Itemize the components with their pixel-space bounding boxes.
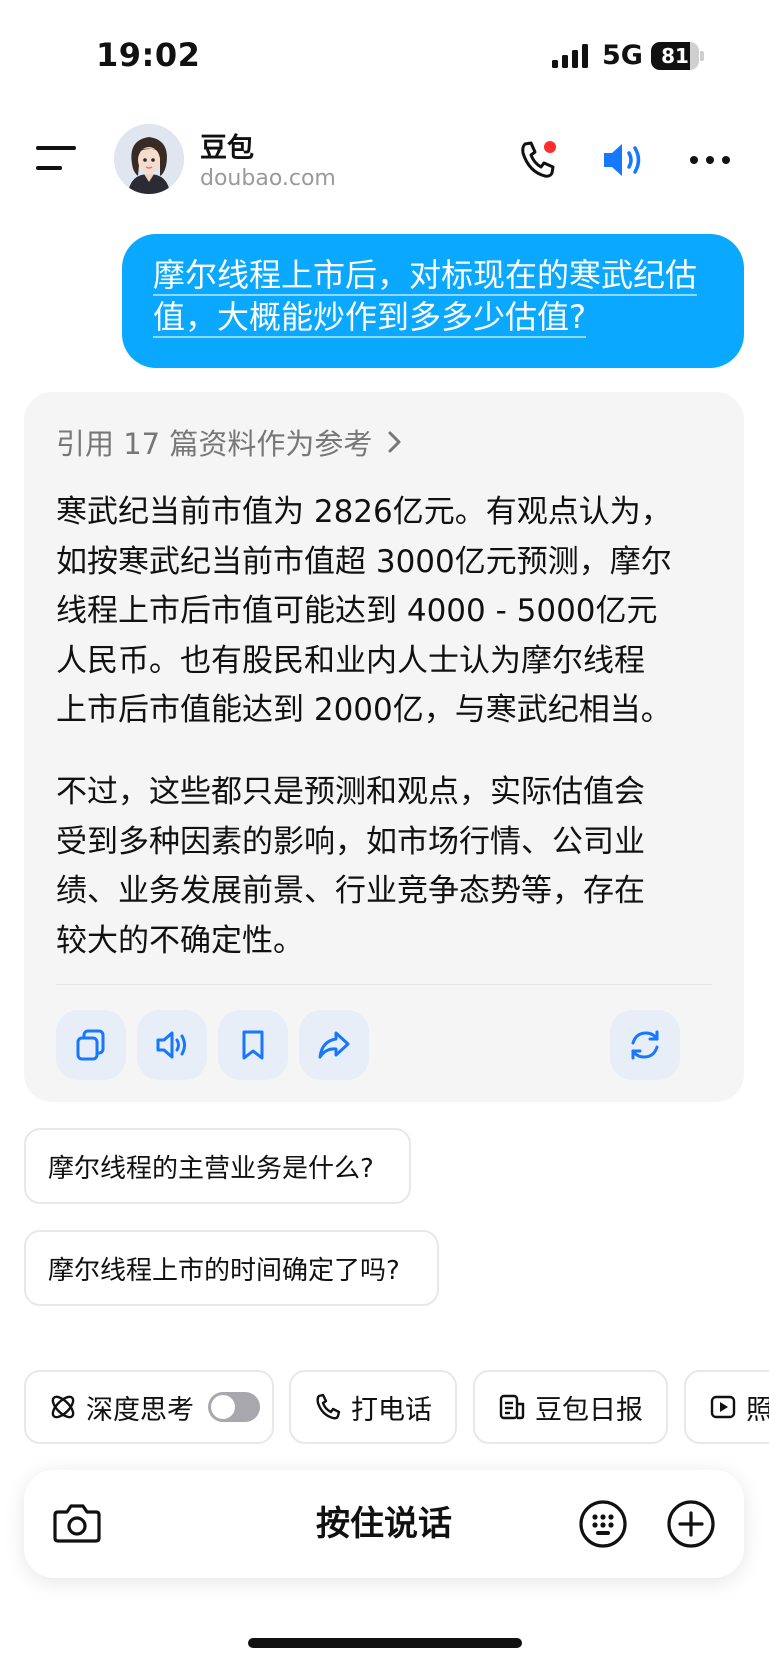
bookmark-icon [242,1030,264,1060]
daily-report-chip[interactable]: 豆包日报 [473,1370,668,1444]
call-label: 打电话 [351,1394,432,1426]
chevron-right-icon [388,431,401,453]
answer-line: 寒武纪当前市值为 2826亿元。有观点认为， [56,494,672,530]
menu-icon[interactable] [36,144,80,174]
answer-line: 绩、业务发展前景、行业竞争态势等，存在 [56,873,645,909]
call-badge [544,141,556,153]
document-icon [499,1394,525,1420]
share-button[interactable] [299,1010,369,1080]
deep-think-chip[interactable]: 深度思考 [24,1370,274,1444]
user-message-bubble[interactable]: 摩尔线程上市后，对标现在的寒武纪估 值，大概能炒作到多多少估值? [122,234,744,368]
user-message-line-1-text: 摩尔线程上市后，对标现在的寒武纪估 [153,256,698,296]
photo-label: 照 [746,1388,769,1427]
signal-icon [552,44,588,68]
answer-line: 受到多种因素的影响，如市场行情、公司业 [56,823,645,860]
answer-line: 如按寒武纪当前市值超 3000亿元预测，摩尔 [56,543,672,580]
read-aloud-button[interactable] [137,1010,207,1080]
user-message-line-2-text: 值，大概能炒作到多多少估值? [153,298,586,338]
daily-report-label: 豆包日报 [535,1394,643,1426]
more-icon[interactable] [688,150,732,170]
regenerate-icon [631,1030,659,1060]
camera-icon[interactable] [52,1500,102,1546]
battery-icon: 81 [651,42,704,70]
reference-link[interactable]: 引用 17 篇资料作为参考 [56,422,404,462]
hold-to-speak-button[interactable]: 按住说话 [24,1470,744,1578]
answer-line: 人民币。也有股民和业内人士认为摩尔线程 [56,642,645,679]
regenerate-button[interactable] [610,1010,680,1080]
bot-name: 豆包 [200,133,254,164]
answer-paragraph-1: 寒武纪当前市值为 2826亿元。有观点认为， 如按寒武纪当前市值超 3000亿元… [56,488,726,736]
keyboard-icon[interactable] [578,1499,628,1549]
chat-screen: 19:02 5G 81 豆包 doubao.com 摩尔线程上市后，对标现在的寒… [0,0,769,1665]
copy-icon [76,1029,105,1061]
share-icon [318,1031,350,1059]
read-aloud-icon [156,1031,186,1059]
reference-text: 引用 17 篇资料作为参考 [56,427,373,461]
network-label: 5G [602,40,643,71]
status-bar: 19:02 5G 81 [0,0,769,110]
phone-icon [316,1393,341,1420]
user-message-line-2: 值，大概能炒作到多多少估值? [153,296,714,338]
copy-button[interactable] [56,1010,126,1080]
suggestion-chip[interactable]: 摩尔线程上市的时间确定了吗? [24,1230,439,1306]
bot-domain: doubao.com [200,166,336,191]
home-indicator [248,1638,522,1648]
bookmark-button[interactable] [218,1010,288,1080]
battery-cap [700,51,704,61]
toggle-knob [211,1395,235,1419]
deep-think-toggle[interactable] [208,1392,260,1422]
speaker-icon[interactable] [600,138,648,182]
answer-line: 不过，这些都只是预测和观点，实际估值会 [56,774,645,810]
photo-chip[interactable]: 照 [684,1370,769,1444]
atom-icon [51,1395,75,1419]
answer-line: 较大的不确定性。 [56,922,304,959]
status-time: 19:02 [96,36,201,74]
answer-card: 引用 17 篇资料作为参考 寒武纪当前市值为 2826亿元。有观点认为， 如按寒… [24,392,744,1102]
play-icon [710,1395,736,1419]
bot-avatar[interactable] [114,124,184,194]
suggestion-chip[interactable]: 摩尔线程的主营业务是什么? [24,1128,411,1204]
battery-level: 81 [661,44,689,68]
deep-think-label: 深度思考 [86,1394,194,1426]
battery-body: 81 [651,42,699,70]
answer-paragraph-2: 不过，这些都只是预测和观点，实际估值会 受到多种因素的影响，如市场行情、公司业 … [56,768,726,966]
avatar-portrait-icon [114,124,184,194]
user-message-line-1: 摩尔线程上市后，对标现在的寒武纪估 [153,254,714,296]
answer-line: 上市后市值能达到 2000亿，与寒武纪相当。 [56,692,672,728]
input-bar: 按住说话 [24,1470,744,1578]
phone-icon[interactable] [516,138,560,182]
card-divider [56,984,712,985]
answer-line: 线程上市后市值可能达到 4000 - 5000亿元 [56,593,658,629]
call-chip[interactable]: 打电话 [289,1370,457,1444]
plus-icon[interactable] [666,1499,716,1549]
